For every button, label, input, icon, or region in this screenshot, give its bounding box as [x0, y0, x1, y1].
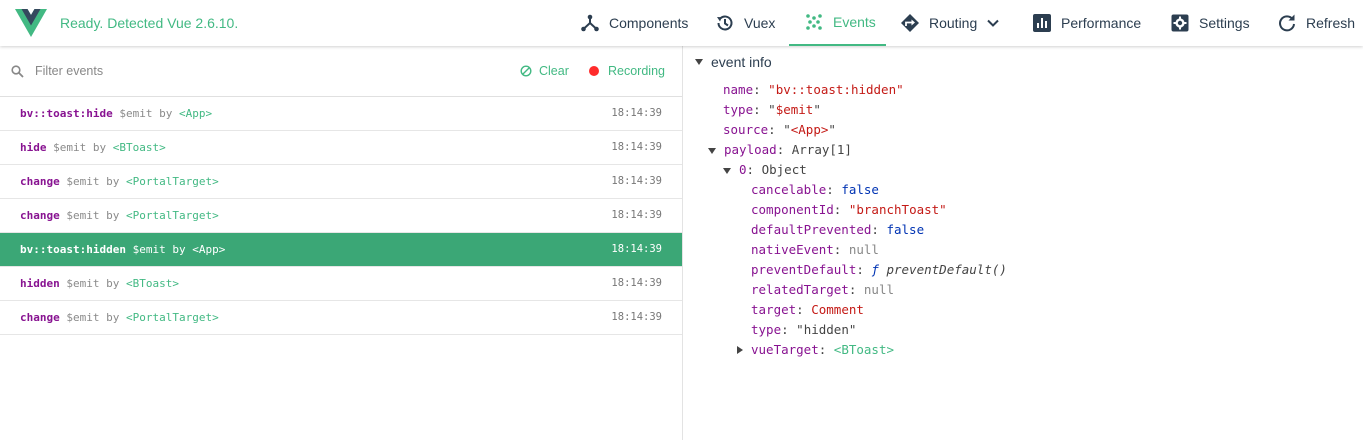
- event-info-title: event info: [711, 54, 772, 70]
- event-by: by: [172, 243, 186, 256]
- clear-label: Clear: [539, 64, 569, 78]
- tab-routing-label: Routing: [929, 15, 978, 31]
- prop-nativeEvent: nativeEvent: null: [751, 242, 879, 257]
- event-name: change: [20, 311, 60, 324]
- refresh-icon: [1279, 14, 1295, 32]
- event-row[interactable]: hide $emit by <BToast> 18:14:39: [0, 131, 682, 165]
- tab-routing[interactable]: Routing: [900, 0, 999, 46]
- event-row[interactable]: change $emit by <PortalTarget> 18:14:39: [0, 301, 682, 335]
- expand-arrow-icon: [737, 346, 743, 354]
- event-source: <PortalTarget>: [126, 175, 219, 188]
- prop-target: target: Comment: [751, 302, 864, 317]
- event-by: by: [159, 107, 173, 120]
- event-type: $emit: [66, 311, 100, 324]
- clear-button[interactable]: Clear: [520, 64, 569, 78]
- search-icon: [11, 65, 24, 78]
- event-type: $emit: [66, 209, 100, 222]
- history-icon: [717, 15, 733, 31]
- event-type: $emit: [132, 243, 166, 256]
- prop-preventDefault: preventDefault: ƒ preventDefault(): [751, 262, 1007, 277]
- tab-settings[interactable]: Settings: [1170, 0, 1250, 46]
- recording-label: Recording: [608, 64, 665, 78]
- event-time: 18:14:39: [611, 107, 662, 119]
- event-type: $emit: [66, 175, 100, 188]
- recording-dot-icon: [589, 66, 599, 76]
- prop-name: name: "bv::toast:hidden": [723, 82, 904, 97]
- event-name: bv::toast:hidden: [20, 243, 126, 256]
- refresh-label: Refresh: [1306, 15, 1356, 31]
- filter-bar: Clear Recording: [0, 46, 682, 97]
- event-info-section-toggle[interactable]: event info: [695, 54, 772, 70]
- clear-icon: [520, 65, 532, 77]
- event-by: by: [106, 209, 120, 222]
- event-name: hidden: [20, 277, 60, 290]
- event-row[interactable]: change $emit by <PortalTarget> 18:14:39: [0, 199, 682, 233]
- tab-performance[interactable]: Performance: [1032, 0, 1141, 46]
- top-bar: Ready. Detected Vue 2.6.10. Components V…: [0, 0, 1363, 46]
- refresh-button[interactable]: Refresh: [1277, 0, 1355, 46]
- vue-logo-icon: [15, 9, 47, 37]
- event-row[interactable]: bv::toast:hide $emit by <App> 18:14:39: [0, 97, 682, 131]
- event-time: 18:14:39: [611, 277, 662, 289]
- event-source: <PortalTarget>: [126, 311, 219, 324]
- event-by: by: [92, 141, 107, 154]
- expand-arrow-icon: [708, 148, 716, 154]
- components-icon: [581, 14, 599, 32]
- tab-components[interactable]: Components: [580, 0, 688, 46]
- event-by: by: [106, 311, 120, 324]
- prop-type: type: "$emit": [723, 102, 821, 117]
- events-list: bv::toast:hide $emit by <App> 18:14:39 h…: [0, 97, 682, 335]
- event-name: change: [20, 209, 60, 222]
- performance-icon: [1033, 14, 1051, 32]
- event-time: 18:14:39: [611, 175, 662, 187]
- prop-source: source: "<App>": [723, 122, 836, 137]
- event-time: 18:14:39: [611, 243, 662, 255]
- tab-events[interactable]: Events: [789, 0, 886, 46]
- prop-cancelable: cancelable: false: [751, 182, 879, 197]
- status-text: Ready. Detected Vue 2.6.10.: [60, 15, 239, 31]
- routing-icon: [901, 14, 919, 32]
- prop-defaultPrevented: defaultPrevented: false: [751, 222, 925, 237]
- collapse-arrow-icon: [695, 59, 703, 65]
- event-by: by: [106, 277, 120, 290]
- event-inspector: event info name: "bv::toast:hidden" type…: [683, 46, 1363, 440]
- event-type: $emit: [119, 107, 153, 120]
- event-name: bv::toast:hide: [20, 107, 113, 120]
- settings-icon: [1171, 14, 1189, 32]
- filter-events-input[interactable]: [35, 61, 335, 81]
- event-time: 18:14:39: [611, 141, 662, 153]
- event-name: change: [20, 175, 60, 188]
- expand-arrow-icon: [723, 168, 731, 174]
- tab-settings-label: Settings: [1199, 15, 1250, 31]
- event-by: by: [106, 175, 120, 188]
- event-source: <BToast>: [112, 141, 166, 154]
- prop-relatedTarget: relatedTarget: null: [751, 282, 895, 297]
- chevron-down-icon: [987, 19, 999, 27]
- recording-toggle[interactable]: Recording: [589, 64, 665, 78]
- event-row-selected[interactable]: bv::toast:hidden $emit by <App> 18:14:39: [0, 233, 682, 267]
- tab-events-label: Events: [833, 14, 876, 30]
- event-time: 18:14:39: [611, 311, 662, 323]
- event-name: hide: [20, 141, 47, 154]
- prop-payload[interactable]: payload: Array[1]: [708, 142, 852, 157]
- event-source: <PortalTarget>: [126, 209, 219, 222]
- prop-vueTarget[interactable]: vueTarget: <BToast>: [737, 342, 894, 357]
- tab-components-label: Components: [609, 15, 689, 31]
- tab-vuex[interactable]: Vuex: [715, 0, 775, 46]
- event-row[interactable]: hidden $emit by <BToast> 18:14:39: [0, 267, 682, 301]
- prop-componentId: componentId: "branchToast": [751, 202, 947, 217]
- event-source: <App>: [178, 107, 213, 120]
- event-source: <BToast>: [126, 277, 179, 290]
- prop-type-value: type: "hidden": [751, 322, 857, 337]
- tab-vuex-label: Vuex: [744, 15, 776, 31]
- events-icon: [806, 14, 822, 30]
- event-type: $emit: [66, 277, 100, 290]
- event-row[interactable]: change $emit by <PortalTarget> 18:14:39: [0, 165, 682, 199]
- tab-performance-label: Performance: [1061, 15, 1142, 31]
- prop-payload-item[interactable]: 0: Object: [723, 162, 807, 177]
- event-source: <App>: [192, 243, 226, 256]
- events-list-pane: Clear Recording bv::toast:hide $emit by …: [0, 46, 683, 440]
- event-type: $emit: [53, 141, 87, 154]
- event-time: 18:14:39: [611, 209, 662, 221]
